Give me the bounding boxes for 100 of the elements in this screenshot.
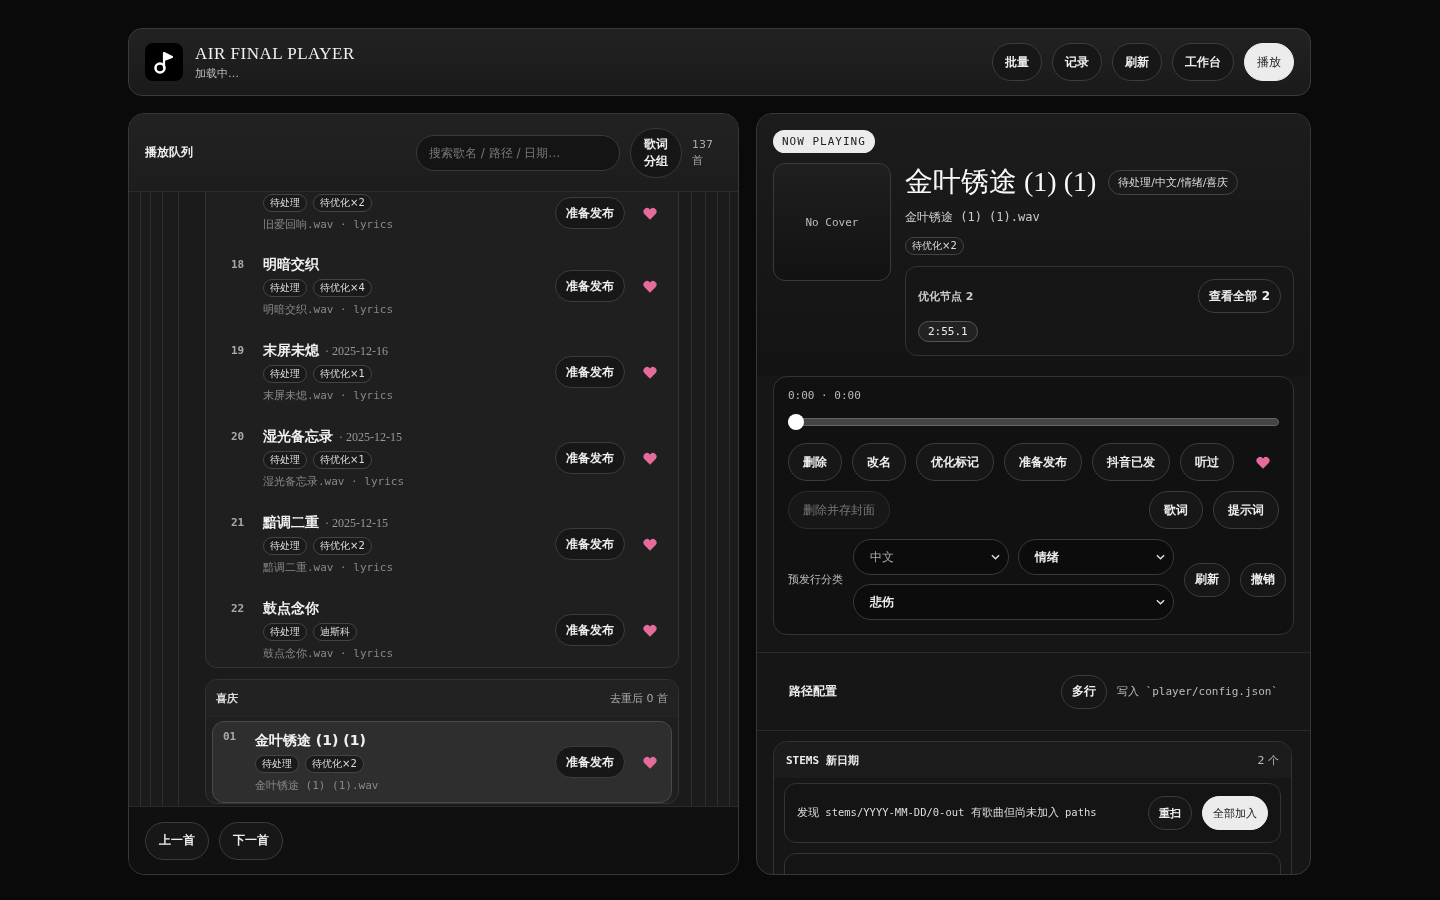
stems-button[interactable]: 重扫 [1148,796,1192,830]
publish-button[interactable]: 准备发布 [555,746,625,778]
search-field[interactable]: 搜索歌名 / 路径 / 日期… [416,134,620,171]
action-button[interactable]: 抖音已发 [1092,443,1170,481]
select-field[interactable]: 中文 [853,539,1009,575]
publish-button[interactable]: 准备发布 [555,614,625,646]
notice-text: 发现 stems/YYYY-MM-DD/0-out 有歌曲但尚未加入 paths [797,806,1097,820]
multiline-button[interactable]: 多行 [1060,674,1107,709]
song-title: 鼓点念你 [263,599,319,618]
file-name: 明暗交织.wav · lyrics [263,301,395,317]
status-tag: 迪斯科 [313,622,357,641]
queue-item[interactable]: 20 湿光备忘录 · 2025-12-15 待处理 待优化×1 湿光备忘录.wav · lyrics 准备发布 [206,421,678,495]
stems-title: STEMS 新日期 [786,752,859,768]
header-button[interactable]: 工作台 [1172,43,1234,81]
queue-item[interactable]: 01 金叶锈途 (1) (1) 待处理 待优化×2 金叶锈途 (1) (1).wav 准备发布 [212,721,672,803]
cover-label: No Cover [805,215,859,229]
status-tag: 待处理 [263,536,307,555]
file-name: 鼓点念你.wav · lyrics [263,645,395,661]
nav-button[interactable]: 下一首 [219,821,283,860]
publish-button[interactable]: 准备发布 [555,528,625,560]
queue-item[interactable]: 待处理 待优化×2 旧爱回响.wav · lyrics 准备发布 [206,192,678,237]
file-name: 旧爱回响.wav · lyrics [263,217,395,232]
file-name: 湿光备忘录.wav · lyrics [263,473,406,489]
file-name: 黯调二重.wav · lyrics [263,559,395,575]
classify-button[interactable]: 刷新 [1184,562,1230,597]
song-title: 湿光备忘录 [263,427,333,446]
status-tag: 待优化×2 [905,237,964,255]
action-button[interactable]: 改名 [852,443,906,481]
song-title: 明暗交织 [263,255,319,274]
view-all-button[interactable]: 查看全部 2 [1198,279,1281,313]
song-date: · 2025-12-15 [325,515,388,531]
heart-icon[interactable] [643,279,657,293]
chevron-down-icon [1156,554,1165,560]
song-title: 金叶锈途 (1) (1) [255,731,366,750]
select-field[interactable]: 悲伤 [853,584,1174,620]
publish-button[interactable]: 准备发布 [555,442,625,474]
status-tag: 待处理 [263,364,307,383]
heart-icon[interactable] [643,623,657,637]
status-tag: 待优化×2 [313,194,372,212]
text-button[interactable]: 提示词 [1213,491,1279,529]
nav-button[interactable]: 上一首 [145,821,209,860]
file-name: 金叶锈途 (1) (1).wav [905,209,1041,226]
stems-button[interactable]: 全部加入 [1202,796,1268,830]
music-note-icon [145,43,183,81]
publish-button[interactable]: 准备发布 [555,356,625,388]
status-tag: 待处理 [263,622,307,641]
heart-icon[interactable] [643,206,657,220]
track-number: 01 [223,730,238,743]
playback-time: 0:00 · 0:00 [788,389,862,402]
now-playing-badge: NOW PLAYING [773,130,875,153]
track-number: 19 [231,344,246,357]
status-tag: 待处理 [263,194,307,212]
header-button[interactable]: 记录 [1052,43,1102,81]
stems-count: 2 个 [1257,752,1279,768]
timestamp-chip[interactable]: 2:55.1 [918,321,978,342]
config-note: 写入 `player/config.json` [1116,684,1278,699]
song-date: · 2025-12-16 [325,343,388,359]
classify-button[interactable]: 撤销 [1240,562,1286,597]
heart-icon[interactable] [643,537,657,551]
track-number: 22 [231,602,246,615]
header-button[interactable]: 刷新 [1112,43,1162,81]
song-title: 末屏未熄 [263,341,319,360]
classify-label: 预发行分类 [788,572,843,587]
track-number: 18 [231,258,246,271]
publish-button[interactable]: 准备发布 [555,197,625,229]
track-number: 21 [231,516,246,529]
queue-item[interactable]: 22 鼓点念你 待处理 迪斯科 鼓点念你.wav · lyrics 准备发布 [206,593,678,667]
status-tag: 待优化×1 [313,364,372,383]
status-tag: 待处理 [263,450,307,469]
action-button[interactable]: 听过 [1180,443,1234,481]
track-number: 20 [231,430,246,443]
publish-button[interactable]: 准备发布 [555,270,625,302]
heart-icon[interactable] [1256,455,1270,469]
action-button[interactable]: 准备发布 [1004,443,1082,481]
heart-icon[interactable] [643,755,657,769]
group-name: 喜庆 [216,690,238,706]
loading-status: 加载中… [195,65,240,81]
queue-item[interactable]: 19 末屏未熄 · 2025-12-16 待处理 待优化×1 末屏未熄.wav · lyrics 准备发布 [206,335,678,409]
progress-slider[interactable] [788,414,1279,430]
song-date: · 2025-12-15 [339,429,402,445]
heart-icon[interactable] [643,451,657,465]
queue-title: 播放队列 [145,144,194,161]
select-field[interactable]: 情绪 [1018,539,1174,575]
action-button[interactable]: 删除 [788,443,842,481]
queue-item[interactable]: 18 明暗交织 待处理 待优化×4 明暗交织.wav · lyrics 准备发布 [206,249,678,323]
status-tag: 待处理 [263,278,307,297]
header-button[interactable]: 播放 [1244,43,1294,81]
chevron-down-icon [991,554,1000,560]
song-title: 金叶锈途 (1) (1) [905,165,1097,199]
status-tag: 待处理 [255,754,299,773]
status-tag: 待优化×2 [313,536,372,555]
song-count: 137 首 [692,137,714,168]
heart-icon[interactable] [643,365,657,379]
queue-item[interactable]: 21 黯调二重 · 2025-12-15 待处理 待优化×2 黯调二重.wav · lyrics 准备发布 [206,507,678,581]
lyrics-group-button[interactable]: 歌词分组 [630,127,682,178]
action-button[interactable]: 优化标记 [916,443,994,481]
text-button[interactable]: 歌词 [1149,491,1203,529]
group-summary: 去重后 0 首 [610,690,668,706]
header-button[interactable]: 批量 [992,43,1042,81]
status-tag: 待优化×2 [305,754,364,773]
